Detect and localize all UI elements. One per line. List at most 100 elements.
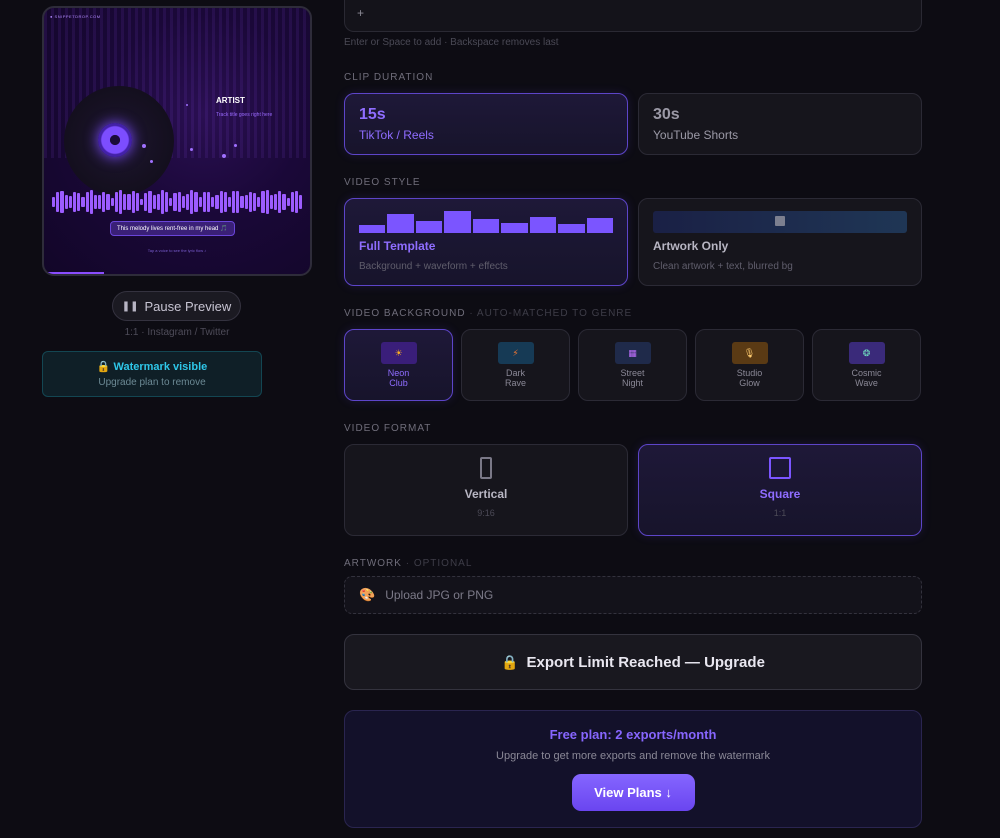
waveform-bar (261, 191, 265, 213)
waveform-bar (127, 193, 131, 211)
waveform-bar (139, 199, 144, 205)
background-label: Dark Rave (504, 368, 526, 388)
background-option[interactable]: ▦ Street Night (578, 329, 687, 401)
waveform-bar (299, 195, 303, 209)
video-background-label: VIDEO BACKGROUND · AUTO-MATCHED TO GENRE (344, 308, 633, 319)
format-title: Square (759, 487, 801, 501)
background-option[interactable]: ⚡ Dark Rave (461, 329, 570, 401)
waveform-bar (269, 195, 273, 209)
background-label: Studio Glow (736, 368, 763, 388)
format-option-vertical[interactable]: Vertical 9:16 (344, 444, 628, 536)
waveform-bar (190, 190, 194, 214)
pause-preview-button[interactable]: ❚❚ Pause Preview (112, 291, 241, 321)
lock-icon: 🔒 (96, 361, 111, 373)
waveform-bar (135, 193, 139, 211)
waveform-bar (215, 195, 219, 209)
style-bar (558, 224, 585, 233)
add-tag-icon[interactable]: + (357, 6, 364, 20)
microphone-icon: 🎙 (731, 342, 768, 364)
preview-progress-bar (44, 272, 104, 274)
tag-input[interactable]: + (344, 0, 922, 32)
background-label: Neon Club (387, 368, 410, 388)
waveform-bar (81, 197, 85, 207)
style-waveform-preview (359, 211, 613, 233)
style-sub: Clean artwork + text, blurred bg (653, 261, 793, 272)
waveform-bar (110, 198, 114, 206)
particle (234, 144, 237, 147)
waveform-bar (248, 192, 252, 212)
waveform-bar (169, 197, 173, 207)
waveform-bar (98, 194, 102, 210)
waveform-bar (223, 192, 227, 212)
waveform-bar (156, 193, 160, 211)
plan-sub: Upgrade to get more exports and remove t… (496, 750, 770, 762)
duration-option-15s[interactable]: 15s TikTok / Reels (344, 93, 628, 155)
waveform-bar (181, 195, 185, 209)
pause-icon: ❚❚ (121, 300, 139, 312)
style-sub: Background + waveform + effects (359, 261, 508, 272)
preview-caption: Tap a voice to see the lyric flow ♪ (147, 248, 207, 253)
lock-icon: 🔒 (501, 653, 519, 670)
video-preview[interactable]: ● SNIPPETDROP.COM ARTIST Track title goe… (42, 6, 312, 276)
duration-desc: YouTube Shorts (653, 128, 739, 142)
duration-option-30s[interactable]: 30s YouTube Shorts (638, 93, 922, 155)
export-upgrade-button[interactable]: 🔒 Export Limit Reached — Upgrade (344, 634, 922, 690)
artwork-upload[interactable]: 🎨 Upload JPG or PNG (344, 576, 922, 614)
waveform-bar (290, 191, 294, 213)
duration-value: 15s (359, 106, 386, 123)
watermark-notice: 🔒 Watermark visible Upgrade plan to remo… (42, 351, 262, 397)
waveform-bar (257, 196, 261, 208)
background-option[interactable]: 🎙 Studio Glow (695, 329, 804, 401)
particle (150, 160, 153, 163)
plan-title: Free plan: 2 exports/month (549, 727, 717, 742)
background-option[interactable]: ☀ Neon Club (344, 329, 453, 401)
waveform-bar (294, 190, 299, 214)
artwork-thumbnail (775, 216, 785, 226)
waveform-bar (240, 195, 244, 209)
background-label: Street Night (620, 368, 645, 388)
style-bar (387, 214, 414, 233)
waveform-bar (68, 196, 72, 208)
waveform-bar (114, 192, 118, 212)
vinyl-center (110, 135, 120, 145)
palette-icon: 🎨 (359, 587, 376, 602)
waveform-bar (77, 192, 81, 212)
view-plans-button[interactable]: View Plans ↓ (571, 774, 695, 811)
waveform-bar (244, 195, 248, 209)
square-format-icon (769, 457, 791, 479)
style-option-full-template[interactable]: Full Template Background + waveform + ef… (344, 198, 628, 286)
style-title: Full Template (359, 239, 436, 253)
waveform-bar (236, 190, 240, 214)
city-icon: ▦ (614, 342, 651, 364)
waveform-bar (72, 191, 77, 213)
particle (222, 154, 226, 158)
waveform-bar (194, 191, 198, 213)
waveform-bar (119, 190, 123, 214)
waveform-bar (206, 191, 211, 213)
duration-desc: TikTok / Reels (359, 128, 434, 142)
artwork-label: ARTWORK · OPTIONAL (344, 558, 473, 569)
preview-track: Track title goes right here (216, 112, 273, 118)
waveform-bar (89, 190, 93, 214)
style-bar (359, 225, 386, 233)
tag-hint: Enter or Space to add · Backspace remove… (344, 37, 559, 48)
waveform-bar (56, 191, 60, 213)
waveform-bar (286, 197, 290, 207)
particle (190, 148, 193, 151)
format-caption: 1:1 · Instagram / Twitter (124, 327, 230, 338)
waveform-bar (106, 193, 110, 211)
waveform-bar (253, 193, 257, 211)
waveform-bar (52, 197, 56, 207)
waveform-bar (282, 194, 286, 210)
waveform-bar (131, 190, 135, 214)
upload-label: Upload JPG or PNG (385, 588, 494, 602)
background-option[interactable]: ❂ Cosmic Wave (812, 329, 921, 401)
style-title: Artwork Only (653, 239, 729, 253)
style-option-artwork-only[interactable]: Artwork Only Clean artwork + text, blurr… (638, 198, 922, 286)
format-option-square[interactable]: Square 1:1 (638, 444, 922, 536)
waveform-bar (144, 193, 148, 211)
sun-icon: ☀ (380, 342, 417, 364)
format-ratio: 9:16 (477, 508, 495, 518)
preview-waveform (52, 190, 303, 214)
clip-duration-label: CLIP DURATION (344, 72, 434, 83)
